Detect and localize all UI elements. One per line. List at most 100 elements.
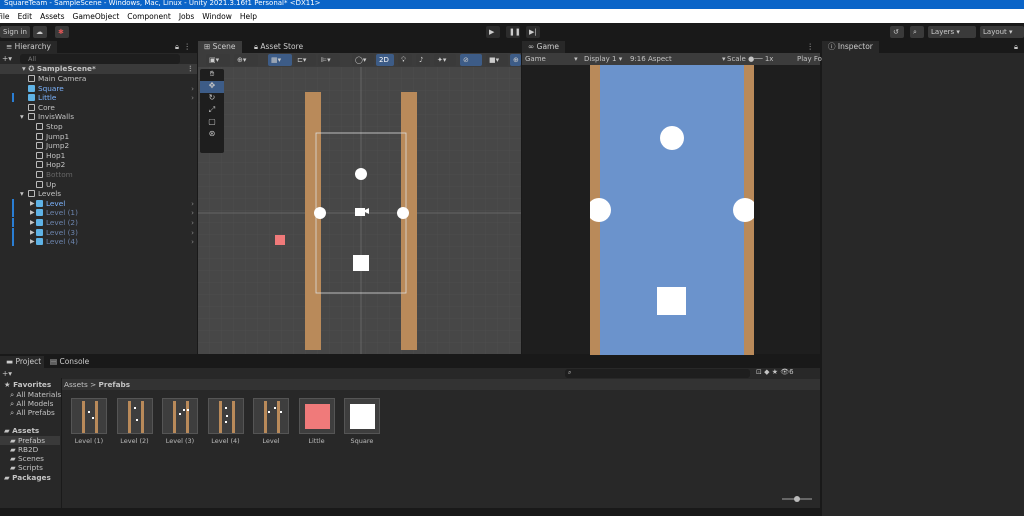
hierarchy-item[interactable]: ▶ Level (4) ›: [0, 237, 197, 247]
folder-rb2d[interactable]: ▰ RB2D: [10, 445, 38, 454]
cloud-icon[interactable]: ☁: [33, 26, 47, 38]
asset-level[interactable]: Level: [252, 398, 290, 445]
expand-arrow-icon[interactable]: ▶: [30, 199, 35, 209]
filter-type-icon[interactable]: ⊡: [756, 368, 764, 376]
hidden-packages-icon[interactable]: 👁︎: [780, 368, 789, 376]
scale-slider[interactable]: Scale ●── 1x: [727, 53, 773, 65]
hierarchy-item[interactable]: Up: [0, 180, 197, 190]
expand-arrow-icon[interactable]: ▾: [20, 112, 24, 122]
expand-arrow-icon[interactable]: ▶: [30, 237, 35, 247]
game-viewport[interactable]: [590, 65, 754, 355]
hierarchy-item[interactable]: Stop: [0, 122, 197, 132]
menu-edit[interactable]: Edit: [18, 12, 33, 21]
folder-scripts[interactable]: ▰ Scripts: [10, 463, 43, 472]
scene-viewport[interactable]: [198, 67, 521, 354]
pause-button[interactable]: ❚❚: [506, 26, 521, 38]
2d-toggle[interactable]: 2D: [376, 54, 394, 66]
project-search-input[interactable]: ⌕: [565, 369, 750, 378]
tab-inspector[interactable]: ⓘ Inspector: [822, 41, 879, 53]
hierarchy-item[interactable]: ▶ Level ›: [0, 199, 197, 209]
lock-icon[interactable]: 🔒︎: [1014, 42, 1018, 52]
hierarchy-item[interactable]: Core: [0, 103, 197, 113]
menu-help[interactable]: Help: [240, 12, 257, 21]
rotate-tool[interactable]: ↻: [200, 93, 224, 105]
folder-scenes[interactable]: ▰ Scenes: [10, 454, 44, 463]
menu-jobs[interactable]: Jobs: [179, 12, 194, 21]
tab-scene[interactable]: ⊞ Scene: [198, 41, 242, 53]
hierarchy-item[interactable]: ▶ Level (1) ›: [0, 208, 197, 218]
gizmos-button[interactable]: ⊕: [510, 54, 521, 66]
asset-level[interactable]: Level (4): [207, 398, 245, 445]
hierarchy-item[interactable]: Jump1: [0, 132, 197, 142]
tab-hierarchy[interactable]: ≡ Hierarchy: [0, 41, 57, 53]
snap-dropdown[interactable]: ⊏▾: [294, 54, 316, 66]
audio-toggle[interactable]: ♪: [416, 54, 430, 66]
hierarchy-item[interactable]: ▶ Level (2) ›: [0, 218, 197, 228]
menu-component[interactable]: Component: [127, 12, 171, 21]
rect-tool[interactable]: ▢: [200, 117, 224, 129]
camera-dropdown[interactable]: ■▾: [486, 54, 508, 66]
breadcrumb-assets[interactable]: Assets: [64, 380, 88, 389]
effects-dropdown[interactable]: ✦▾: [434, 54, 456, 66]
packages-folder[interactable]: ▰ Packages: [4, 473, 51, 482]
asset-level[interactable]: Level (3): [161, 398, 199, 445]
sign-in-button[interactable]: Sign in: [0, 26, 30, 38]
asset-level[interactable]: Level (2): [116, 398, 154, 445]
expand-arrow-icon[interactable]: ▶: [30, 208, 35, 218]
chevron-right-icon[interactable]: ›: [191, 228, 194, 238]
menu-window[interactable]: Window: [202, 12, 232, 21]
more-icon[interactable]: ⋮: [184, 42, 192, 51]
collab-icon[interactable]: ✱: [55, 26, 69, 38]
scale-tool[interactable]: ⤢: [200, 105, 224, 117]
hierarchy-item[interactable]: Hop2: [0, 160, 197, 170]
assets-folder[interactable]: ▰ Assets: [4, 426, 39, 435]
menu-file[interactable]: File: [0, 12, 10, 21]
fav-all-prefabs[interactable]: ⌕ All Prefabs: [10, 408, 55, 418]
expand-arrow-icon[interactable]: ▶: [30, 228, 35, 238]
tab-project[interactable]: ▬ Project: [0, 356, 48, 368]
chevron-right-icon[interactable]: ›: [191, 199, 194, 209]
move-tool[interactable]: ✥: [200, 81, 224, 93]
display-dropdown[interactable]: Display 1 ▾: [584, 53, 622, 65]
hierarchy-item[interactable]: Main Camera: [0, 74, 197, 84]
chevron-right-icon[interactable]: ›: [191, 208, 194, 218]
chevron-right-icon[interactable]: ›: [191, 84, 194, 94]
search-icon[interactable]: ⌕: [910, 26, 924, 38]
expand-arrow-icon[interactable]: ▶: [30, 218, 35, 228]
chevron-right-icon[interactable]: ›: [191, 237, 194, 247]
draw-mode-dropdown[interactable]: ▣▾: [206, 54, 230, 66]
hierarchy-item[interactable]: Bottom: [0, 170, 197, 180]
transform-tool[interactable]: ⊛: [200, 129, 224, 141]
folder-prefabs[interactable]: ▰ Prefabs: [0, 436, 60, 445]
hand-tool[interactable]: ✋︎: [200, 69, 224, 81]
asset-red[interactable]: Little: [298, 398, 336, 445]
asset-level[interactable]: Level (1): [70, 398, 108, 445]
hierarchy-item[interactable]: Hop1: [0, 151, 197, 161]
filter-label-icon[interactable]: ◆: [764, 368, 772, 376]
scene-root[interactable]: ▾ ✪ SampleScene* ⋮: [0, 64, 197, 74]
hierarchy-item[interactable]: Jump2: [0, 141, 197, 151]
layout-dropdown[interactable]: Layout ▾: [980, 26, 1024, 38]
lock-icon[interactable]: 🔒︎: [175, 42, 179, 52]
visibility-toggle[interactable]: ⊘: [460, 54, 482, 66]
step-button[interactable]: ▶|: [526, 26, 540, 38]
align-dropdown[interactable]: ⊫▾: [318, 54, 340, 66]
layers-dropdown[interactable]: Layers ▾: [928, 26, 976, 38]
play-button[interactable]: ▶: [486, 26, 500, 38]
chevron-right-icon[interactable]: ›: [191, 93, 194, 103]
grid-snap-dropdown[interactable]: ▦▾: [268, 54, 292, 66]
hierarchy-item[interactable]: Square ›: [0, 84, 197, 94]
tab-game[interactable]: ∞ Game: [522, 41, 565, 53]
tab-asset-store[interactable]: 🔒︎ Asset Store: [248, 41, 310, 53]
shading-dropdown[interactable]: ◯▾: [352, 54, 374, 66]
lighting-toggle[interactable]: 💡︎: [398, 54, 412, 66]
hierarchy-search-input[interactable]: All: [20, 54, 180, 64]
pivot-dropdown[interactable]: ⊕▾: [234, 54, 258, 66]
add-button[interactable]: +▾: [2, 54, 16, 64]
hierarchy-item[interactable]: Little ›: [0, 93, 197, 103]
chevron-right-icon[interactable]: ›: [191, 218, 194, 228]
more-icon[interactable]: ⋮: [807, 42, 815, 51]
asset-white[interactable]: Square: [343, 398, 381, 445]
breadcrumb-prefabs[interactable]: Prefabs: [99, 380, 131, 389]
zoom-slider[interactable]: [782, 496, 812, 502]
